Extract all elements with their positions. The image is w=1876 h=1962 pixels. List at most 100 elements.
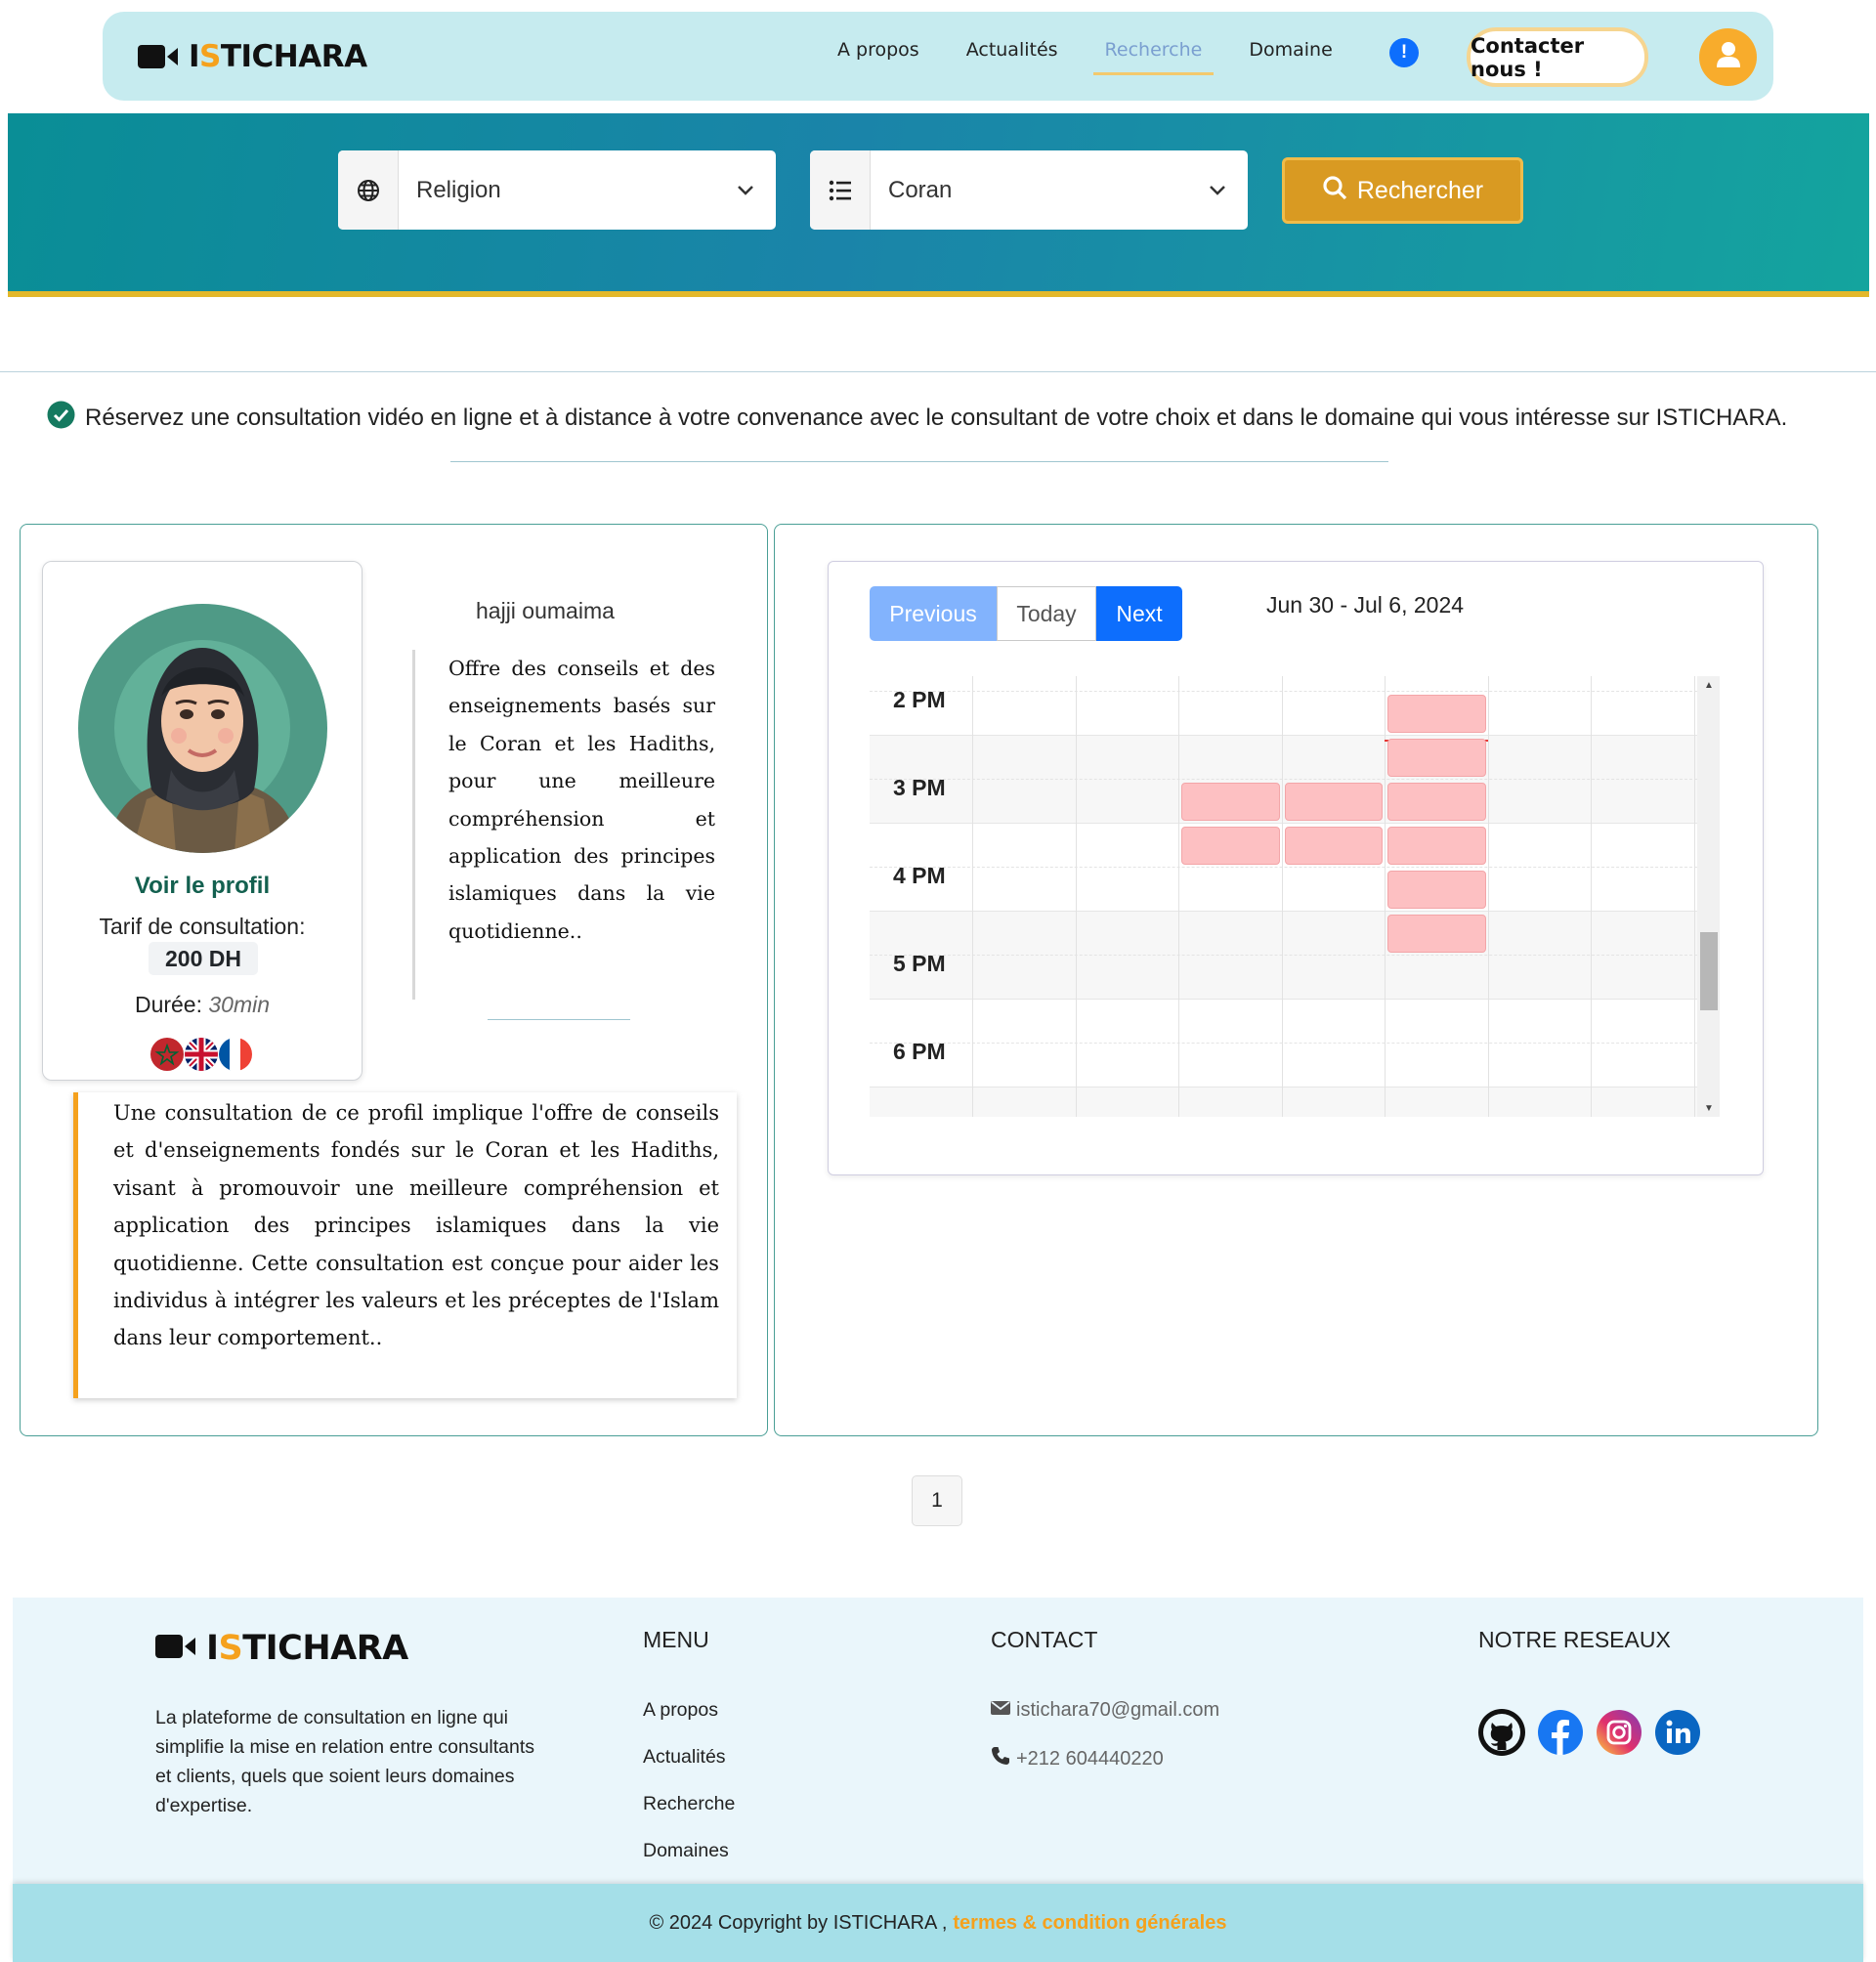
rate-value: 200 DH [149, 942, 258, 975]
hour-label: 5 PM [893, 951, 946, 976]
hour-line [870, 999, 1697, 1000]
scroll-down-icon[interactable]: ▼ [1700, 1101, 1718, 1115]
morocco-flag-icon [150, 1038, 184, 1071]
specialty-select[interactable]: Coran [810, 150, 1248, 230]
pagination-page[interactable]: 1 [912, 1475, 962, 1526]
calendar-event[interactable] [1387, 915, 1486, 953]
divider [450, 461, 1388, 462]
calendar-event[interactable] [1181, 783, 1280, 821]
exclamation-circle-icon[interactable]: ! [1389, 38, 1419, 67]
brand-logo[interactable]: ISTICHARA [138, 37, 367, 76]
nav-link-recherche[interactable]: Recherche [1092, 39, 1215, 75]
copyright-bar: © 2024 Copyright by ISTICHARA , termes &… [13, 1884, 1863, 1962]
search-icon [1322, 175, 1347, 207]
nav-link-a-propos[interactable]: A propos [826, 39, 931, 75]
hour-label: 6 PM [893, 1039, 946, 1064]
calendar-event[interactable] [1387, 783, 1486, 821]
check-circle-icon [47, 401, 75, 436]
consultant-description: Une consultation de ce profil implique l… [73, 1092, 737, 1398]
globe-icon [338, 150, 399, 230]
hour-band [870, 1087, 1697, 1117]
github-icon[interactable] [1478, 1709, 1525, 1756]
search-button[interactable]: Rechercher [1282, 157, 1523, 224]
calendar-event[interactable] [1387, 871, 1486, 909]
calendar-event[interactable] [1284, 783, 1383, 821]
hour-line [870, 823, 1697, 824]
brand-name: ISTICHARA [189, 39, 367, 74]
envelope-icon [991, 1699, 1010, 1722]
footer-phone[interactable]: +212 604440220 [991, 1746, 1164, 1771]
day-column-line [972, 676, 973, 1117]
uk-flag-icon [185, 1038, 218, 1071]
footer-brand-logo[interactable]: ISTICHARA [155, 1629, 408, 1668]
footer-brand-name: ISTICHARA [206, 1629, 408, 1668]
copyright-text: © 2024 Copyright by ISTICHARA , [649, 1911, 948, 1934]
footer-contact-title: CONTACT [991, 1627, 1098, 1652]
video-camera-icon [138, 43, 179, 70]
calendar-date-range: Jun 30 - Jul 6, 2024 [1266, 592, 1465, 618]
video-camera-icon [155, 1633, 196, 1665]
divider [0, 371, 1876, 372]
chevron-down-icon [1187, 185, 1248, 196]
previous-week-button[interactable]: Previous [870, 586, 997, 641]
consultant-card: Voir le profil Tarif de consultation: 20… [20, 524, 768, 1436]
calendar-event[interactable] [1387, 695, 1486, 733]
nav-link-domaine[interactable]: Domaine [1237, 39, 1343, 75]
nav-menu: A propos Actualités Recherche Domaine [826, 39, 1368, 75]
consultant-avatar[interactable] [78, 604, 327, 853]
profile-summary: Voir le profil Tarif de consultation: 20… [42, 561, 362, 1081]
nav-link-actualites[interactable]: Actualités [955, 39, 1070, 75]
day-column-line [1385, 676, 1386, 1117]
footer-email[interactable]: istichara70@gmail.com [991, 1699, 1219, 1722]
day-column-line [1487, 676, 1489, 1117]
user-account-button[interactable] [1699, 28, 1757, 86]
footer-link-domaines[interactable]: Domaines [643, 1840, 729, 1862]
footer-link-a-propos[interactable]: A propos [643, 1699, 718, 1722]
footer-menu-title: MENU [643, 1627, 709, 1652]
contact-button[interactable]: Contacter nous ! [1467, 27, 1648, 87]
calendar-scrollbar[interactable] [1697, 676, 1720, 1117]
list-icon [810, 150, 871, 230]
view-profile-link[interactable]: Voir le profil [43, 873, 362, 900]
chevron-down-icon [715, 185, 776, 196]
top-navbar: ISTICHARA A propos Actualités Recherche … [103, 12, 1773, 101]
facebook-icon[interactable] [1537, 1709, 1584, 1756]
duration: Durée: 30min [43, 992, 362, 1018]
half-hour-line [870, 955, 1697, 956]
domain-select-value: Religion [416, 176, 501, 203]
search-banner: Religion Coran Rechercher [8, 113, 1869, 297]
social-links [1478, 1709, 1701, 1756]
linkedin-icon[interactable] [1654, 1709, 1701, 1756]
calendar-event[interactable] [1387, 739, 1486, 777]
calendar-event[interactable] [1181, 827, 1280, 865]
terms-link[interactable]: termes & condition générales [953, 1912, 1226, 1935]
hour-label: 2 PM [893, 687, 946, 712]
phone-icon [991, 1746, 1010, 1771]
footer-email-text: istichara70@gmail.com [1016, 1699, 1220, 1721]
footer-link-recherche[interactable]: Recherche [643, 1793, 735, 1815]
half-hour-line [870, 691, 1697, 692]
duration-value: 30min [208, 992, 271, 1017]
calendar-event[interactable] [1284, 827, 1383, 865]
duration-label: Durée: [134, 992, 202, 1017]
calendar-time-grid[interactable]: 2 PM 3 PM 4 PM 5 PM 6 PM ▲ ▼ [870, 676, 1720, 1117]
booking-card: Previous Today Next Jun 30 - Jul 6, 2024… [774, 524, 1818, 1436]
consultant-name: hajji oumaima [476, 598, 615, 623]
scroll-up-icon[interactable]: ▲ [1700, 678, 1718, 692]
footer-phone-text: +212 604440220 [1016, 1747, 1164, 1770]
footer-link-actualites[interactable]: Actualités [643, 1746, 726, 1769]
france-flag-icon [219, 1038, 252, 1071]
calendar-event[interactable] [1387, 827, 1486, 865]
today-button[interactable]: Today [997, 586, 1096, 641]
user-icon [1716, 41, 1741, 73]
language-flags [150, 1038, 253, 1071]
domain-select[interactable]: Religion [338, 150, 776, 230]
divider [488, 1019, 630, 1020]
scrollbar-thumb[interactable] [1700, 932, 1718, 1010]
next-week-button[interactable]: Next [1096, 586, 1182, 641]
consultant-short-description: Offre des conseils et des enseignements … [412, 650, 715, 1000]
info-text: Réservez une consultation vidéo en ligne… [85, 405, 1788, 431]
instagram-icon[interactable] [1596, 1709, 1642, 1756]
search-button-label: Rechercher [1356, 176, 1484, 204]
hour-band [870, 676, 1697, 735]
